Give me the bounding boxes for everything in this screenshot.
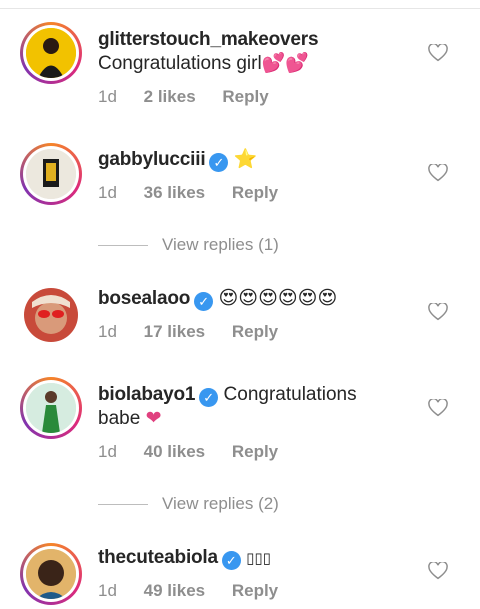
reply-button[interactable]: Reply [222, 87, 268, 106]
comment-username[interactable]: glitterstouch_makeovers [98, 29, 319, 50]
comment-text: Congratulations [223, 384, 357, 405]
heart-outline-icon[interactable] [428, 303, 448, 321]
comment-username[interactable]: biolabayo1 [98, 384, 195, 405]
top-divider [0, 8, 480, 9]
comment-username[interactable]: gabbylucciii [98, 149, 206, 170]
comment-time: 1d [98, 581, 117, 600]
comment-text: Congratulations girl [98, 53, 262, 74]
unrendered-emoji: ▯▯▯ [246, 550, 271, 567]
verified-badge-icon: ✓ [199, 388, 219, 407]
avatar[interactable] [20, 543, 82, 605]
reply-button[interactable]: Reply [232, 183, 278, 202]
heart-eyes-emoji: 😍😍😍😍😍😍 [218, 288, 338, 309]
avatar[interactable] [20, 143, 82, 205]
comment-username[interactable]: thecuteabiola [98, 547, 218, 568]
comment-time: 1d [98, 87, 117, 106]
verified-badge-icon: ✓ [194, 292, 214, 311]
comment-time: 1d [98, 183, 117, 202]
comment-likes[interactable]: 40 likes [144, 442, 205, 461]
avatar[interactable] [24, 288, 78, 342]
comment-likes[interactable]: 17 likes [144, 322, 205, 341]
comment-time: 1d [98, 442, 117, 461]
view-replies-button[interactable]: View replies (1) [98, 235, 279, 255]
comment-likes[interactable]: 2 likes [144, 87, 196, 106]
replies-divider [98, 245, 148, 247]
comment-meta: 1d 49 likes Reply [98, 581, 300, 601]
comment-text-line2: babe [98, 408, 141, 429]
comment-meta: 1d 40 likes Reply [98, 442, 300, 462]
view-replies-button[interactable]: View replies (2) [98, 494, 279, 514]
star-emoji: ⭐ [233, 149, 258, 170]
avatar[interactable] [20, 377, 82, 439]
replies-divider [98, 504, 148, 506]
heart-outline-icon[interactable] [428, 164, 448, 182]
comment-meta: 1d 17 likes Reply [98, 322, 300, 342]
reply-button[interactable]: Reply [232, 322, 278, 341]
comment-meta: 1d 36 likes Reply [98, 183, 300, 203]
reply-button[interactable]: Reply [232, 442, 278, 461]
comment-time: 1d [98, 322, 117, 341]
comment-username[interactable]: bosealaoo [98, 288, 190, 309]
heart-outline-icon[interactable] [428, 399, 448, 417]
comment-likes[interactable]: 36 likes [144, 183, 205, 202]
verified-badge-icon: ✓ [209, 153, 229, 172]
heart-outline-icon[interactable] [428, 562, 448, 580]
avatar[interactable] [20, 22, 82, 84]
comment-likes[interactable]: 49 likes [144, 581, 205, 600]
two-hearts-emoji: 💕💕 [261, 53, 310, 74]
heart-outline-icon[interactable] [428, 44, 448, 62]
reply-button[interactable]: Reply [232, 581, 278, 600]
comment-meta: 1d 2 likes Reply [98, 87, 291, 107]
heart-emoji: ❤ [145, 408, 162, 429]
verified-badge-icon: ✓ [221, 551, 241, 570]
